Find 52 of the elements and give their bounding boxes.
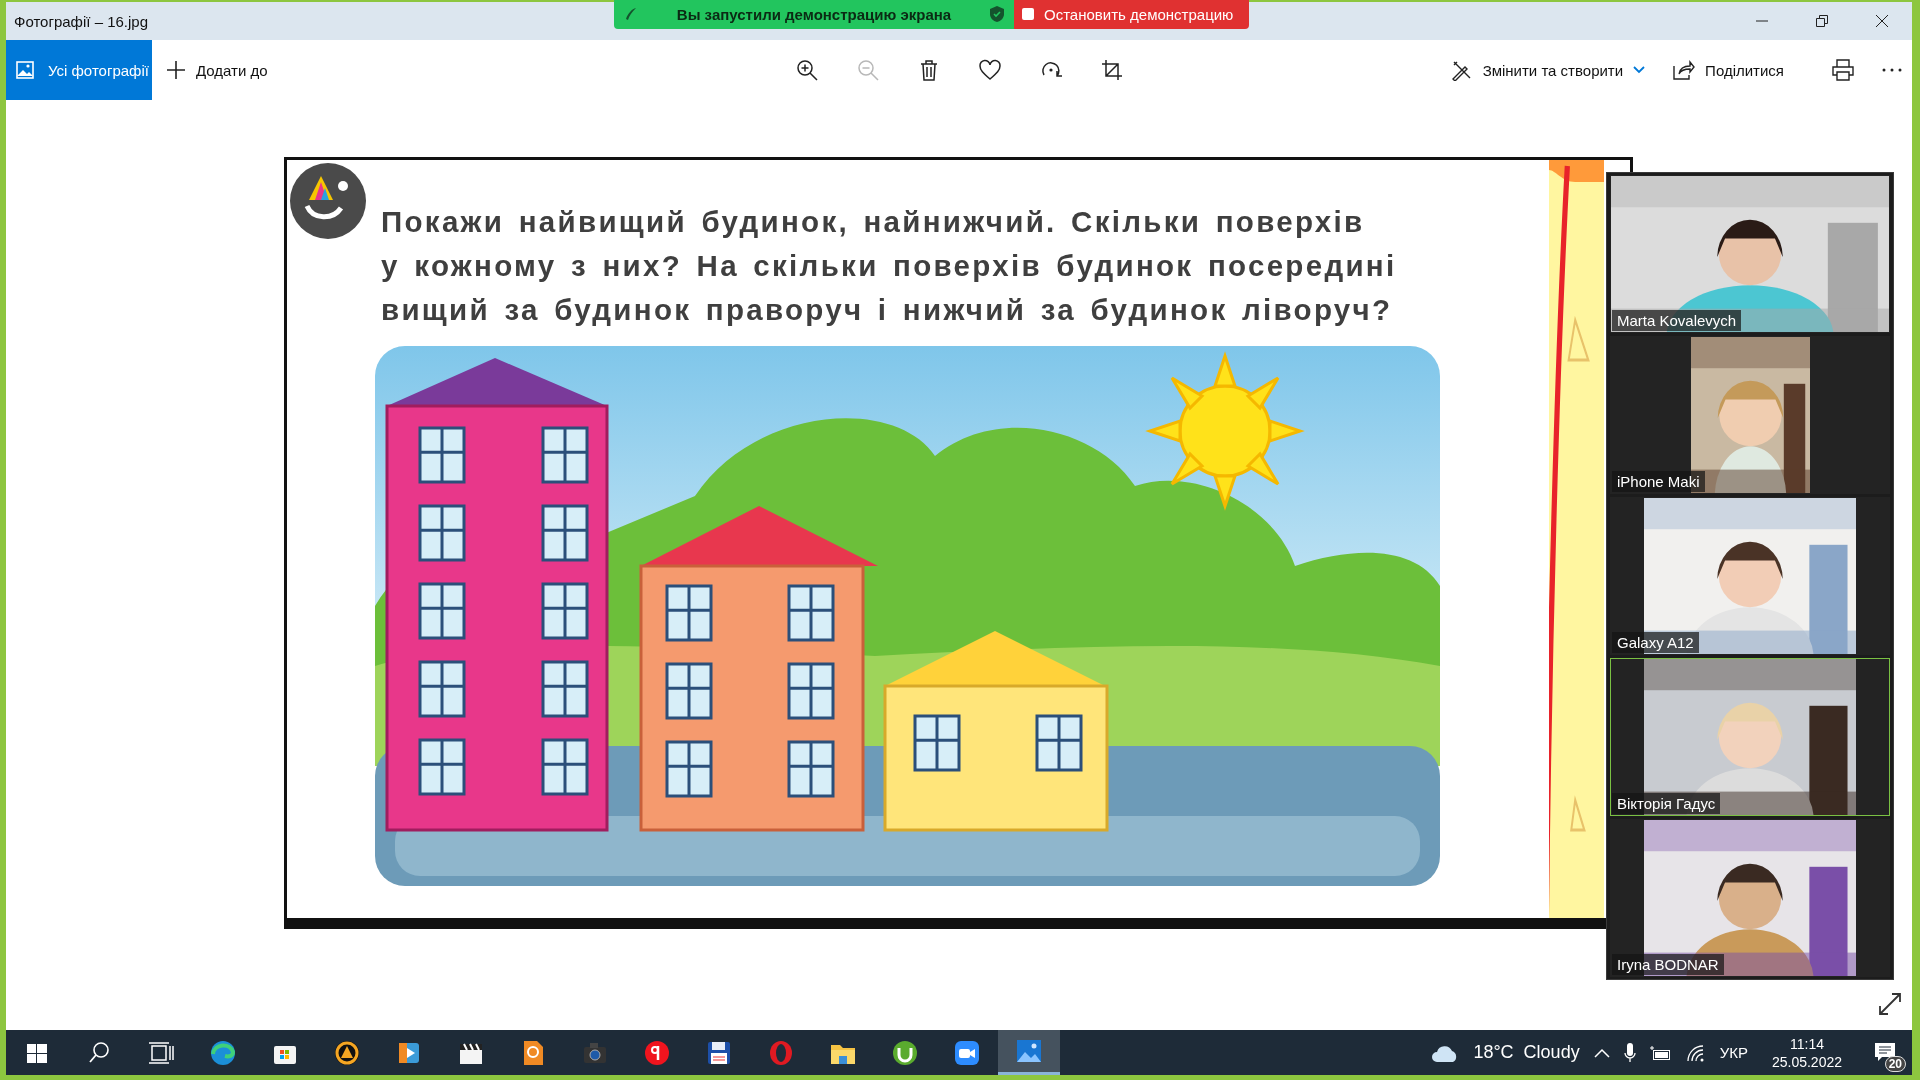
participant-name: iPhone Maki <box>1612 471 1705 492</box>
participant-name: Вікторія Гадус <box>1612 793 1721 814</box>
leaf-circle-icon <box>892 1039 918 1066</box>
logo-icon <box>289 162 367 240</box>
heart-icon[interactable] <box>978 59 1001 81</box>
shield-icon <box>990 6 1004 22</box>
restore-icon <box>1816 15 1828 27</box>
temperature[interactable]: 18°C <box>1473 1042 1514 1063</box>
more-icon[interactable] <box>1882 68 1902 72</box>
video-tile[interactable]: Marta Kovalevych <box>1610 175 1890 333</box>
zoom-in-icon[interactable] <box>795 59 818 81</box>
task-view-icon <box>148 1039 174 1066</box>
task-text: Покажи найвищий будинок, найнижчий. Скільки поверхів у кожному з них? На скільки поверхів будинок посередині вищий за будинок праворуч і нижчий за будинок ліворуч? <box>381 204 1397 328</box>
expand-icon[interactable] <box>1878 992 1902 1016</box>
add-to-button[interactable]: Додати до <box>152 40 282 100</box>
participant-name: Iryna BODNAR <box>1612 954 1724 975</box>
landscape-icon <box>1016 1038 1042 1064</box>
participant-name: Marta Kovalevych <box>1612 310 1742 331</box>
triangle-icon <box>334 1039 360 1066</box>
swirl-icon <box>210 1039 236 1066</box>
picture-icon <box>16 61 34 79</box>
print-icon[interactable] <box>1832 59 1854 81</box>
all-photos-tab[interactable]: Усі фотографії <box>6 40 152 100</box>
circle-icon <box>644 1039 670 1066</box>
window-title: Фотографії – 16.jpg <box>14 12 148 30</box>
notification-count: 20 <box>1884 1055 1906 1072</box>
video-tile[interactable]: iPhone Maki <box>1610 336 1890 494</box>
close-icon <box>1876 15 1888 27</box>
language-indicator[interactable]: УКР <box>1719 1044 1748 1061</box>
weather-condition[interactable]: Cloudy <box>1523 1042 1580 1063</box>
share-status: Вы запустили демонстрацию экрана <box>675 5 953 23</box>
video-tile[interactable]: Iryna BODNAR <box>1610 819 1890 977</box>
crop-icon[interactable] <box>1100 59 1123 81</box>
video-tile[interactable]: Вікторія Гадус <box>1610 658 1890 816</box>
participant-name: Galaxy A12 <box>1612 632 1699 653</box>
clock-button[interactable]: 11:14 25.05.2022 <box>1761 1035 1852 1070</box>
share-icon <box>1673 60 1696 80</box>
stop-icon <box>1022 8 1034 20</box>
video-camera-icon <box>954 1039 980 1066</box>
share-button[interactable]: Поділитися <box>1659 40 1798 100</box>
stop-share-button[interactable]: Остановить демонстрацию <box>1014 0 1250 29</box>
chevron-icon <box>1633 66 1646 74</box>
pencil-brush-icon <box>1450 59 1473 81</box>
wifi-icon[interactable] <box>1685 1043 1706 1062</box>
edit-create-button[interactable]: Змінити та створити <box>1436 40 1660 100</box>
video-tile[interactable]: Galaxy A12 <box>1610 497 1890 655</box>
chevron-up-icon[interactable] <box>1593 1047 1610 1058</box>
plus-icon <box>166 60 186 80</box>
microphone-icon[interactable] <box>1623 1042 1636 1063</box>
pen-icon <box>624 7 638 21</box>
ring-icon <box>768 1039 794 1066</box>
battery-icon[interactable] <box>1649 1044 1672 1061</box>
